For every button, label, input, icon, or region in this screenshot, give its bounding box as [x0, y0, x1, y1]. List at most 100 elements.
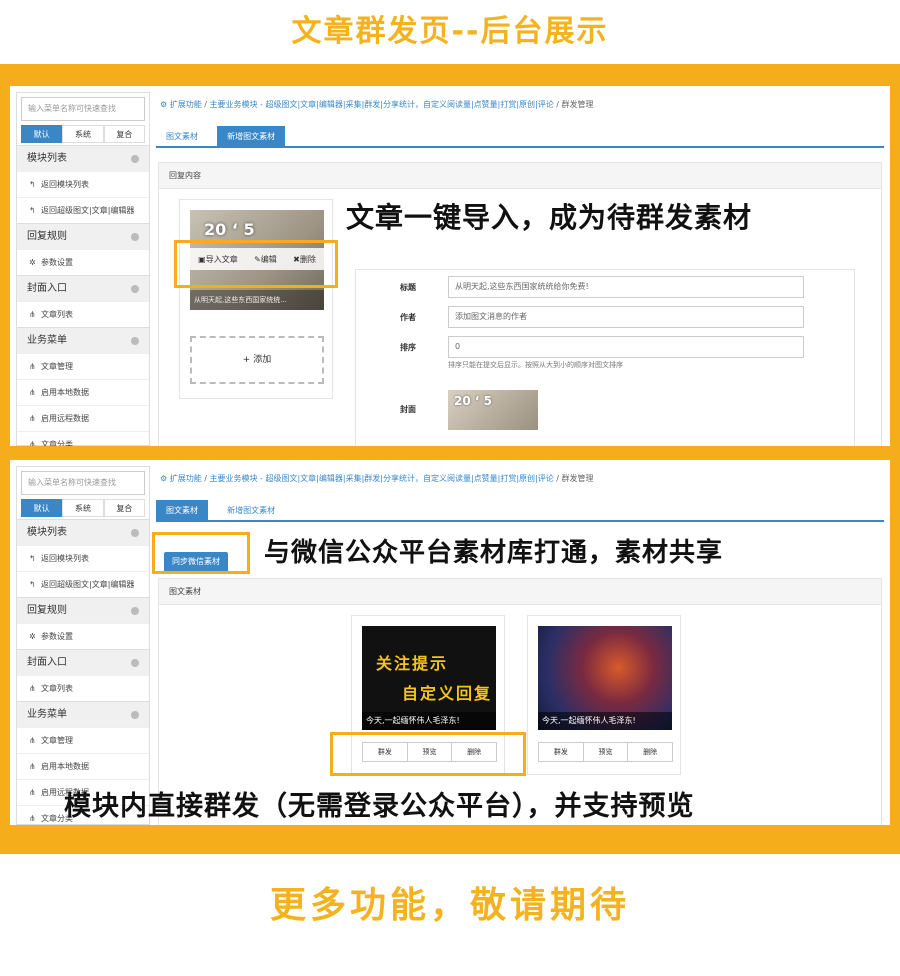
tab-article-materials[interactable]: 图文素材	[156, 500, 208, 522]
cover-thumbnail-text: 20 ‘ 5	[454, 394, 492, 408]
sidebar-group-cover-entry[interactable]: 封面入口	[17, 275, 149, 301]
sidebar-group-reply-rules[interactable]: 回复规则	[17, 597, 149, 623]
sidebar-item-label: 参数设置	[41, 258, 73, 267]
gear-icon: ✲	[29, 258, 36, 267]
article-card: 20 ‘ 5 从明天起,这些东西国家统统... ▣导入文章 ✎编辑 ✖删除 + …	[179, 199, 333, 399]
material-caption: 今天,一起缅怀伟人毛泽东!	[538, 712, 672, 730]
sidebar-group-module-list[interactable]: 模块列表	[17, 145, 149, 171]
delete-button[interactable]: 删除	[627, 742, 674, 762]
tab-add-article-material[interactable]: 新增图文素材	[217, 500, 285, 522]
sidebar-item-return-super-article[interactable]: ↰ 返回超级图文|文章|编辑器	[17, 571, 149, 597]
order-input[interactable]: 0	[448, 336, 804, 358]
highlight-mass-send-actions	[330, 732, 526, 776]
article-caption: 从明天起,这些东西国家统统...	[190, 290, 324, 310]
collapse-icon	[131, 155, 139, 163]
sidebar-item-local-data[interactable]: ⋔ 启用本地数据	[17, 753, 149, 779]
sidebar-item-article-list[interactable]: ⋔ 文章列表	[17, 675, 149, 701]
sidebar-item-remote-data[interactable]: ⋔ 启用远程数据	[17, 405, 149, 431]
panel-heading: 图文素材	[159, 579, 881, 605]
tab-add-article-material[interactable]: 新增图文素材	[217, 126, 286, 148]
sidebar-item-label: 参数设置	[41, 632, 73, 641]
sidebar-item-label: 文章分类	[41, 440, 73, 446]
sidebar: 输入菜单名称可快速查找 默认 系统 复合 模块列表 ↰ 返回模块列表 ↰ 返回超级图…	[16, 466, 150, 825]
highlight-sync-button	[152, 532, 250, 574]
page-bottom-title: 更多功能，敬请期待	[269, 884, 630, 926]
sidebar-group-cover-entry[interactable]: 封面入口	[17, 649, 149, 675]
collapse-icon	[131, 337, 139, 345]
breadcrumb: ⚙ 扩展功能 / 主要业务模块 - 超级图文|文章|编辑器|采集|群发|分享统计…	[160, 100, 594, 109]
sidebar-group-label: 业务菜单	[27, 335, 67, 346]
mass-send-button[interactable]: 群发	[538, 742, 584, 762]
title-input[interactable]: 从明天起,这些东西国家统统给你免费!	[448, 276, 804, 298]
sidebar-item-return-modules[interactable]: ↰ 返回模块列表	[17, 545, 149, 571]
material-card: 今天,一起缅怀伟人毛泽东! 群发 预览 删除	[527, 615, 681, 775]
sidebar-group-reply-rules[interactable]: 回复规则	[17, 223, 149, 249]
sidebar-item-label: 文章列表	[41, 684, 73, 693]
cover-label: 封面	[400, 405, 416, 414]
sidebar-item-label: 返回超级图文|文章|编辑器	[41, 206, 135, 215]
sitemap-icon: ⋔	[29, 736, 36, 745]
sidebar-item-settings[interactable]: ✲ 参数设置	[17, 249, 149, 275]
sidebar-item-label: 启用远程数据	[41, 414, 89, 423]
sidebar-search-input[interactable]: 输入菜单名称可快速查找	[21, 471, 145, 495]
order-help-text: 排序只能在提交后显示。按照从大到小的顺序对图文排序	[448, 361, 623, 369]
breadcrumb: ⚙ 扩展功能 / 主要业务模块 - 超级图文|文章|编辑器|采集|群发|分享统计…	[160, 474, 594, 483]
sidebar-tab-system[interactable]: 系统	[62, 499, 104, 517]
collapse-icon	[131, 285, 139, 293]
cogs-icon: ⚙	[160, 474, 170, 483]
return-arrow-icon: ↰	[29, 206, 36, 215]
breadcrumb-module[interactable]: 主要业务模块 - 超级图文|文章|编辑器|采集|群发|分享统计，自定义阅读量|点…	[210, 474, 554, 483]
tab-bar: 图文素材 新增图文素材	[156, 498, 884, 522]
collapse-icon	[131, 233, 139, 241]
sitemap-icon: ⋔	[29, 788, 36, 797]
sitemap-icon: ⋔	[29, 440, 36, 446]
sidebar-item-article-manage[interactable]: ⋔ 文章管理	[17, 727, 149, 753]
sidebar-tab-default[interactable]: 默认	[21, 125, 63, 143]
preview-button[interactable]: 预览	[582, 742, 629, 762]
author-input[interactable]: 添加图文消息的作者	[448, 306, 804, 328]
screenshot-article-import: 输入菜单名称可快速查找 默认 系统 复合 模块列表 ↰ 返回模块列表 ↰ 返回超级图…	[10, 86, 890, 446]
tab-article-materials[interactable]: 图文素材	[156, 126, 208, 148]
gear-icon: ✲	[29, 632, 36, 641]
collapse-icon	[131, 529, 139, 537]
add-article-button[interactable]: + 添加	[190, 336, 324, 384]
sidebar-group-label: 模块列表	[27, 527, 67, 538]
breadcrumb-root[interactable]: 扩展功能	[170, 474, 202, 483]
sidebar-item-article-list[interactable]: ⋔ 文章列表	[17, 301, 149, 327]
sidebar-tabs: 默认 系统 复合	[21, 125, 145, 143]
highlight-import-actions	[174, 240, 338, 288]
plus-icon: +	[242, 355, 254, 365]
cover-thumbnail[interactable]: 20 ‘ 5	[448, 390, 538, 430]
sidebar-item-label: 返回超级图文|文章|编辑器	[41, 580, 135, 589]
sidebar-group-label: 封面入口	[27, 283, 67, 294]
sidebar-item-article-category[interactable]: ⋔ 文章分类	[17, 431, 149, 446]
sidebar-tab-default[interactable]: 默认	[21, 499, 63, 517]
sidebar-item-label: 返回模块列表	[41, 554, 89, 563]
sidebar-tab-system[interactable]: 系统	[62, 125, 104, 143]
sitemap-icon: ⋔	[29, 814, 36, 823]
sidebar-item-label: 文章管理	[41, 362, 73, 371]
sidebar-group-business-menu[interactable]: 业务菜单	[17, 327, 149, 353]
breadcrumb-module[interactable]: 主要业务模块 - 超级图文|文章|编辑器|采集|群发|分享统计，自定义阅读量|点…	[210, 100, 554, 109]
sitemap-icon: ⋔	[29, 362, 36, 371]
sidebar-item-settings[interactable]: ✲ 参数设置	[17, 623, 149, 649]
sitemap-icon: ⋔	[29, 684, 36, 693]
return-arrow-icon: ↰	[29, 554, 36, 563]
sidebar-item-label: 启用本地数据	[41, 762, 89, 771]
breadcrumb-root[interactable]: 扩展功能	[170, 100, 202, 109]
sidebar-tab-composite[interactable]: 复合	[103, 499, 145, 517]
sidebar-group-label: 业务菜单	[27, 709, 67, 720]
sidebar-tab-composite[interactable]: 复合	[103, 125, 145, 143]
sidebar-group-business-menu[interactable]: 业务菜单	[17, 701, 149, 727]
sitemap-icon: ⋔	[29, 388, 36, 397]
sidebar-group-module-list[interactable]: 模块列表	[17, 519, 149, 545]
author-row: 作者 添加图文消息的作者	[356, 306, 856, 330]
sidebar-item-return-super-article[interactable]: ↰ 返回超级图文|文章|编辑器	[17, 197, 149, 223]
sidebar-item-article-manage[interactable]: ⋔ 文章管理	[17, 353, 149, 379]
sidebar-search-input[interactable]: 输入菜单名称可快速查找	[21, 97, 145, 121]
cover-image-text: 20 ‘ 5	[204, 220, 255, 239]
sidebar-item-return-modules[interactable]: ↰ 返回模块列表	[17, 171, 149, 197]
order-row: 排序 0	[356, 336, 856, 360]
sidebar-item-local-data[interactable]: ⋔ 启用本地数据	[17, 379, 149, 405]
cover-text-line2: 自定义回复	[402, 684, 493, 703]
